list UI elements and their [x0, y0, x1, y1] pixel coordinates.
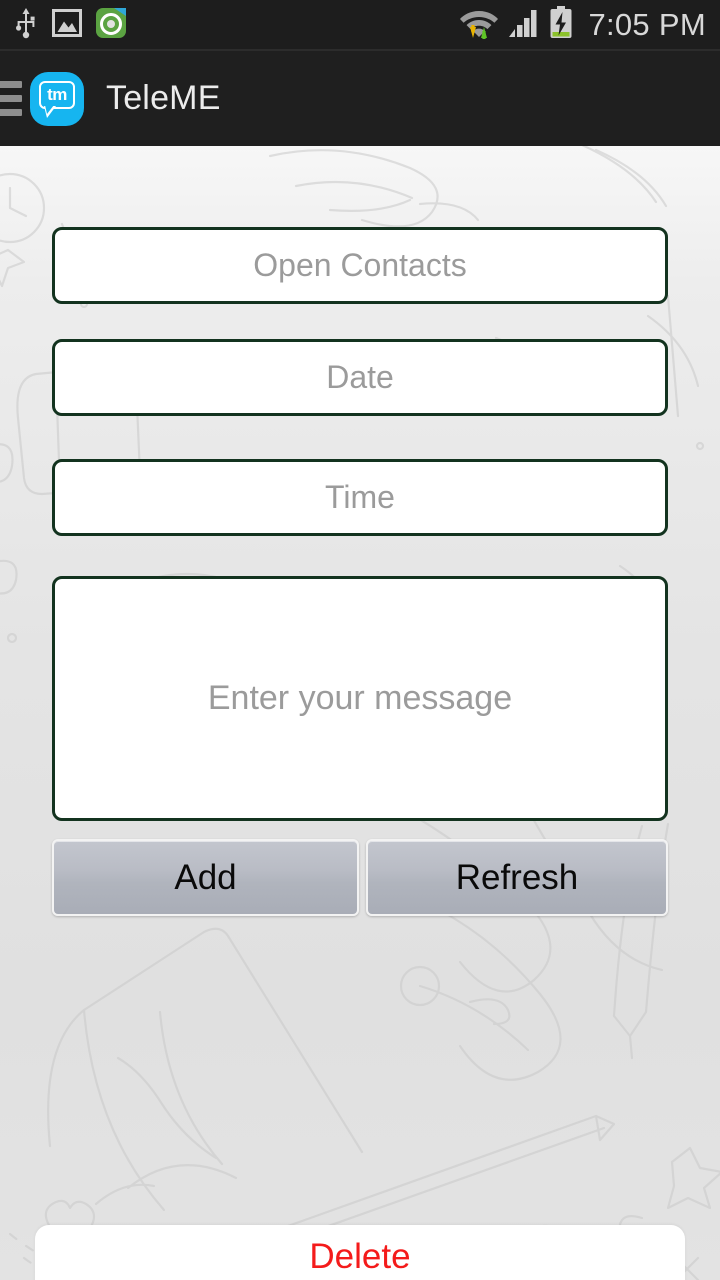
message-textarea[interactable]: Enter your message [52, 576, 668, 821]
time-field[interactable]: Time [52, 459, 668, 536]
time-placeholder: Time [325, 479, 395, 515]
status-bar-divider [0, 49, 720, 51]
date-placeholder: Date [326, 359, 394, 395]
status-bar-clock: 7:05 PM [588, 7, 706, 42]
app-title: TeleME [106, 79, 221, 117]
usb-icon [14, 7, 38, 44]
battery-charging-icon [549, 5, 573, 45]
status-bar-right-icons: 7:05 PM [459, 5, 706, 46]
green-app-icon [96, 7, 126, 43]
date-field[interactable]: Date [52, 339, 668, 416]
app-screen: 7:05 PM tm TeleME Open Contacts Date Tim… [0, 0, 720, 1280]
open-contacts-placeholder: Open Contacts [253, 247, 467, 283]
image-icon [52, 8, 82, 42]
app-logo-icon: tm [30, 71, 84, 126]
message-placeholder: Enter your message [207, 679, 513, 717]
wifi-icon [459, 5, 499, 46]
action-bar: tm TeleME [0, 51, 720, 146]
hamburger-menu-icon[interactable] [0, 79, 22, 119]
add-button[interactable]: Add [52, 839, 359, 916]
signal-icon [508, 7, 540, 44]
app-logo-text: tm [47, 84, 67, 104]
delete-button-label: Delete [309, 1237, 411, 1276]
content-area: Open Contacts Date Time Enter your messa… [0, 146, 720, 1280]
refresh-button[interactable]: Refresh [366, 839, 668, 916]
add-button-label: Add [174, 857, 237, 897]
status-bar: 7:05 PM [0, 0, 720, 50]
open-contacts-field[interactable]: Open Contacts [52, 227, 668, 304]
delete-button[interactable]: Delete [35, 1225, 685, 1280]
status-bar-left-icons [14, 7, 126, 44]
refresh-button-label: Refresh [455, 857, 579, 897]
